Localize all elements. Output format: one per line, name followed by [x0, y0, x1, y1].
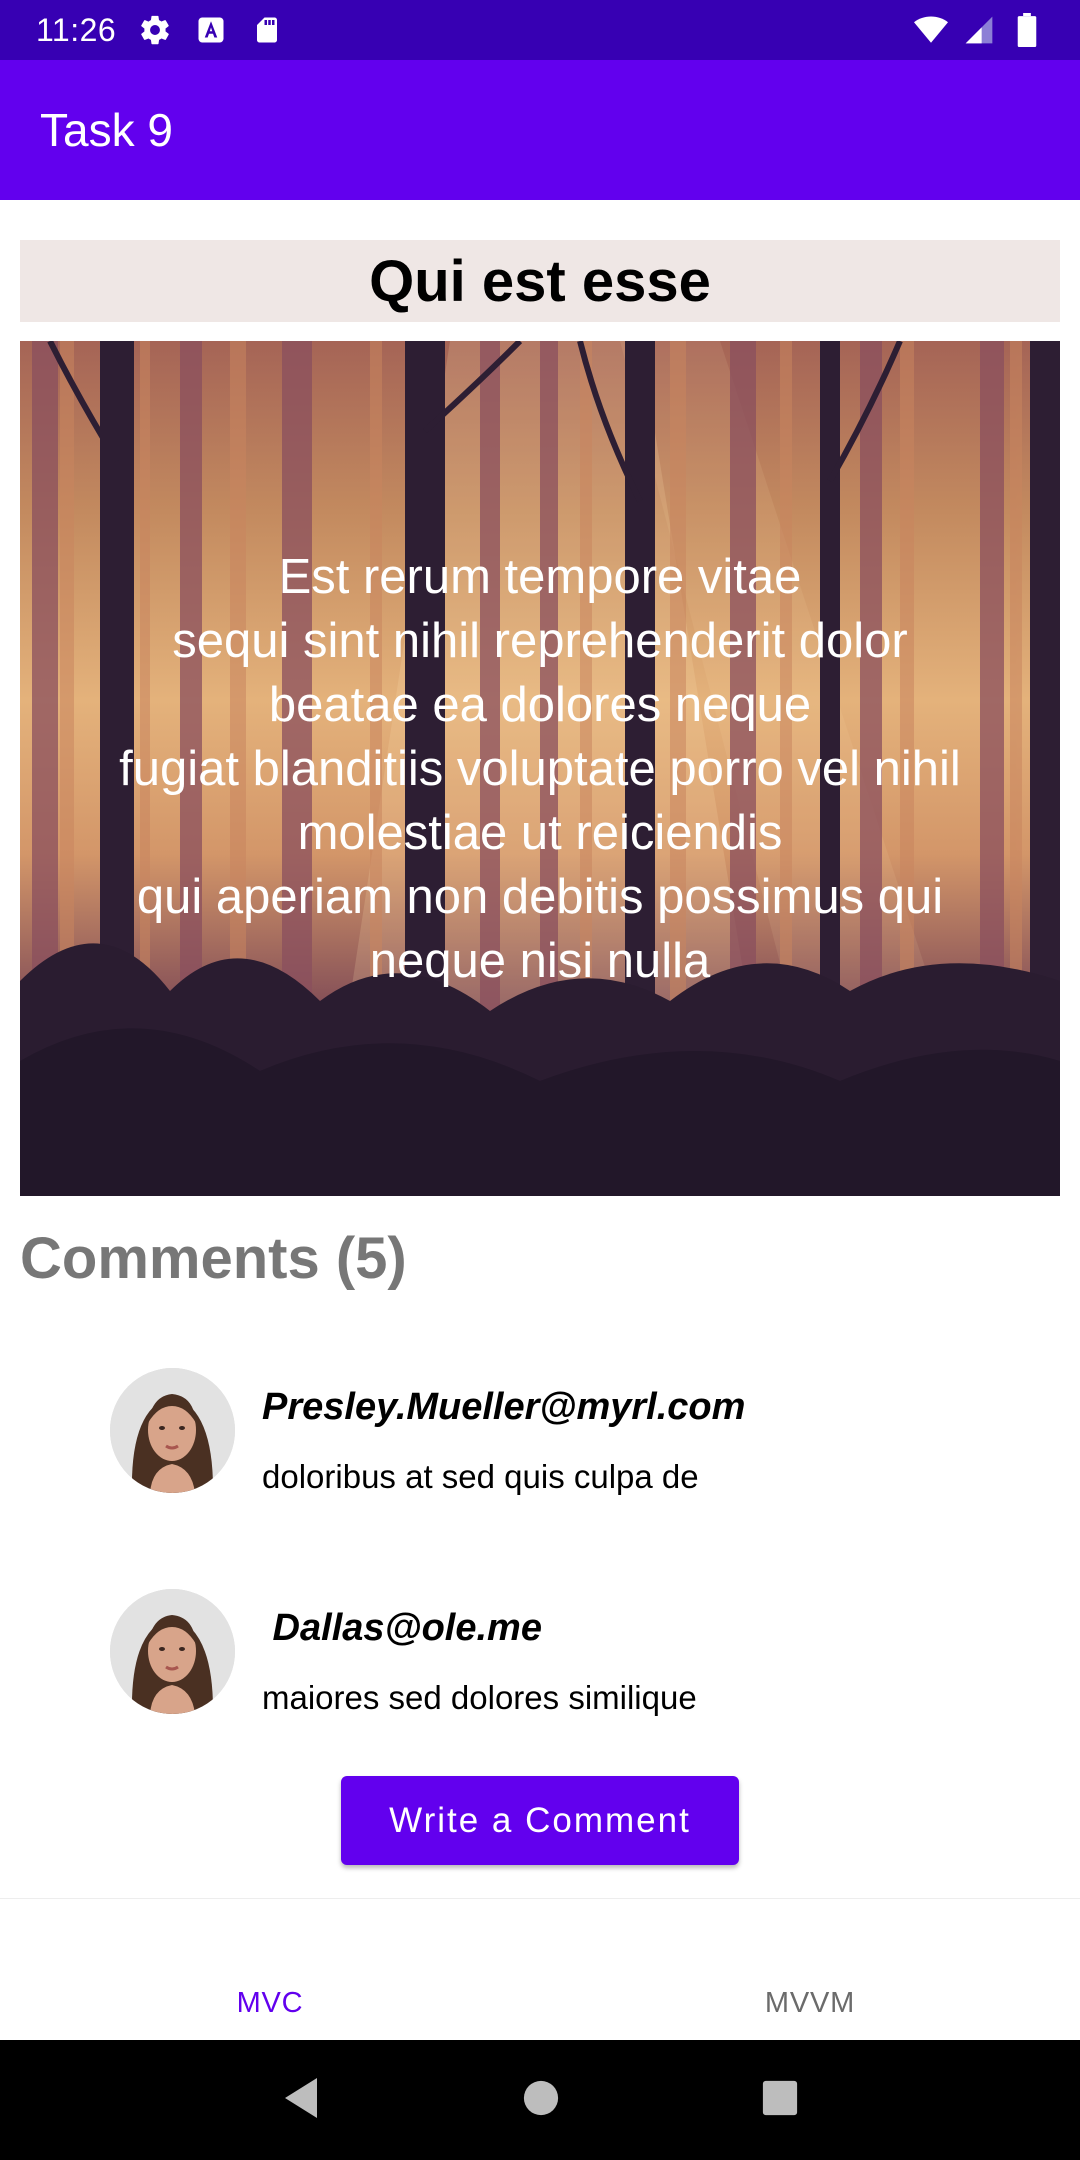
comment-body: maiores sed dolores similique	[262, 1679, 697, 1716]
comment-item: Dallas@ole.me maiores sed dolores simili…	[110, 1589, 1010, 1719]
nav-tab-mvc[interactable]: MVC	[0, 1899, 540, 2040]
sd-card-icon	[250, 13, 284, 47]
post-title: Qui est esse	[369, 248, 711, 314]
font-a-icon	[194, 13, 228, 47]
comment-email: Dallas@ole.me	[262, 1607, 542, 1649]
comment-body: doloribus at sed quis culpa de	[262, 1458, 699, 1495]
status-left: 11:26	[36, 12, 284, 49]
post-title-box: Qui est esse	[20, 240, 1060, 322]
gear-icon	[138, 13, 172, 47]
avatar	[110, 1368, 235, 1493]
status-bar: 11:26	[0, 0, 1080, 60]
nav-tab-mvvm[interactable]: MVVM	[540, 1899, 1080, 2040]
home-icon[interactable]	[522, 2079, 560, 2122]
app-bar: Task 9	[0, 60, 1080, 200]
status-right	[914, 13, 1044, 47]
bottom-navigation: MVC MVVM	[0, 1898, 1080, 2040]
comment-email: Presley.Mueller@myrl.com	[262, 1386, 746, 1428]
comment-item: Presley.Mueller@myrl.com doloribus at se…	[110, 1368, 1010, 1498]
status-time: 11:26	[36, 11, 117, 48]
comments-heading: Comments (5)	[20, 1226, 407, 1291]
avatar	[110, 1589, 235, 1714]
system-navigation-bar	[0, 2040, 1080, 2160]
post-body: Est rerum tempore vitae sequi sint nihil…	[119, 549, 961, 988]
battery-icon	[1010, 13, 1044, 47]
wifi-icon	[914, 13, 948, 47]
app-title: Task 9	[40, 104, 173, 156]
back-icon[interactable]	[281, 2076, 321, 2125]
recents-icon[interactable]	[761, 2079, 799, 2122]
post-hero-image: Est rerum tempore vitae sequi sint nihil…	[20, 341, 1060, 1196]
write-comment-button[interactable]: Write a Comment	[341, 1776, 739, 1865]
signal-icon	[962, 13, 996, 47]
